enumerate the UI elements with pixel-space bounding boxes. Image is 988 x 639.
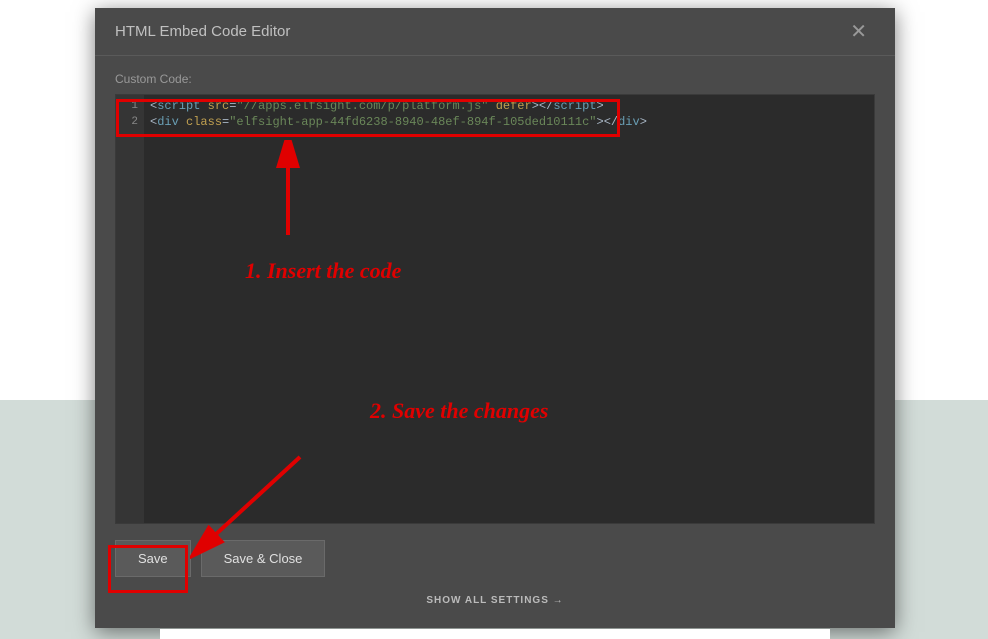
line-gutter: 1 2	[116, 95, 144, 523]
gutter-line-1: 1	[116, 98, 144, 114]
close-button[interactable]: ✕	[842, 15, 875, 48]
save-close-button[interactable]: Save & Close	[201, 540, 326, 577]
show-all-settings-link[interactable]: SHOW ALL SETTINGS →	[95, 595, 895, 606]
footer-buttons: Save Save & Close	[95, 540, 895, 577]
modal-title: HTML Embed Code Editor	[115, 23, 290, 40]
save-button[interactable]: Save	[115, 540, 191, 577]
modal-header: HTML Embed Code Editor ✕	[95, 8, 895, 56]
bottom-white-strip	[160, 629, 830, 639]
code-editor[interactable]: 1 2 <script src="//apps.elfsight.com/p/p…	[115, 94, 875, 524]
close-icon: ✕	[850, 21, 867, 43]
modal-body: Custom Code: 1 2 <script src="//apps.elf…	[95, 56, 895, 540]
code-content: <script src="//apps.elfsight.com/p/platf…	[116, 95, 874, 130]
code-line-1: <script src="//apps.elfsight.com/p/platf…	[150, 98, 874, 114]
code-line-2: <div class="elfsight-app-44fd6238-8940-4…	[150, 114, 874, 130]
gutter-line-2: 2	[116, 114, 144, 130]
embed-code-modal: HTML Embed Code Editor ✕ Custom Code: 1 …	[95, 8, 895, 628]
code-label: Custom Code:	[115, 72, 875, 86]
